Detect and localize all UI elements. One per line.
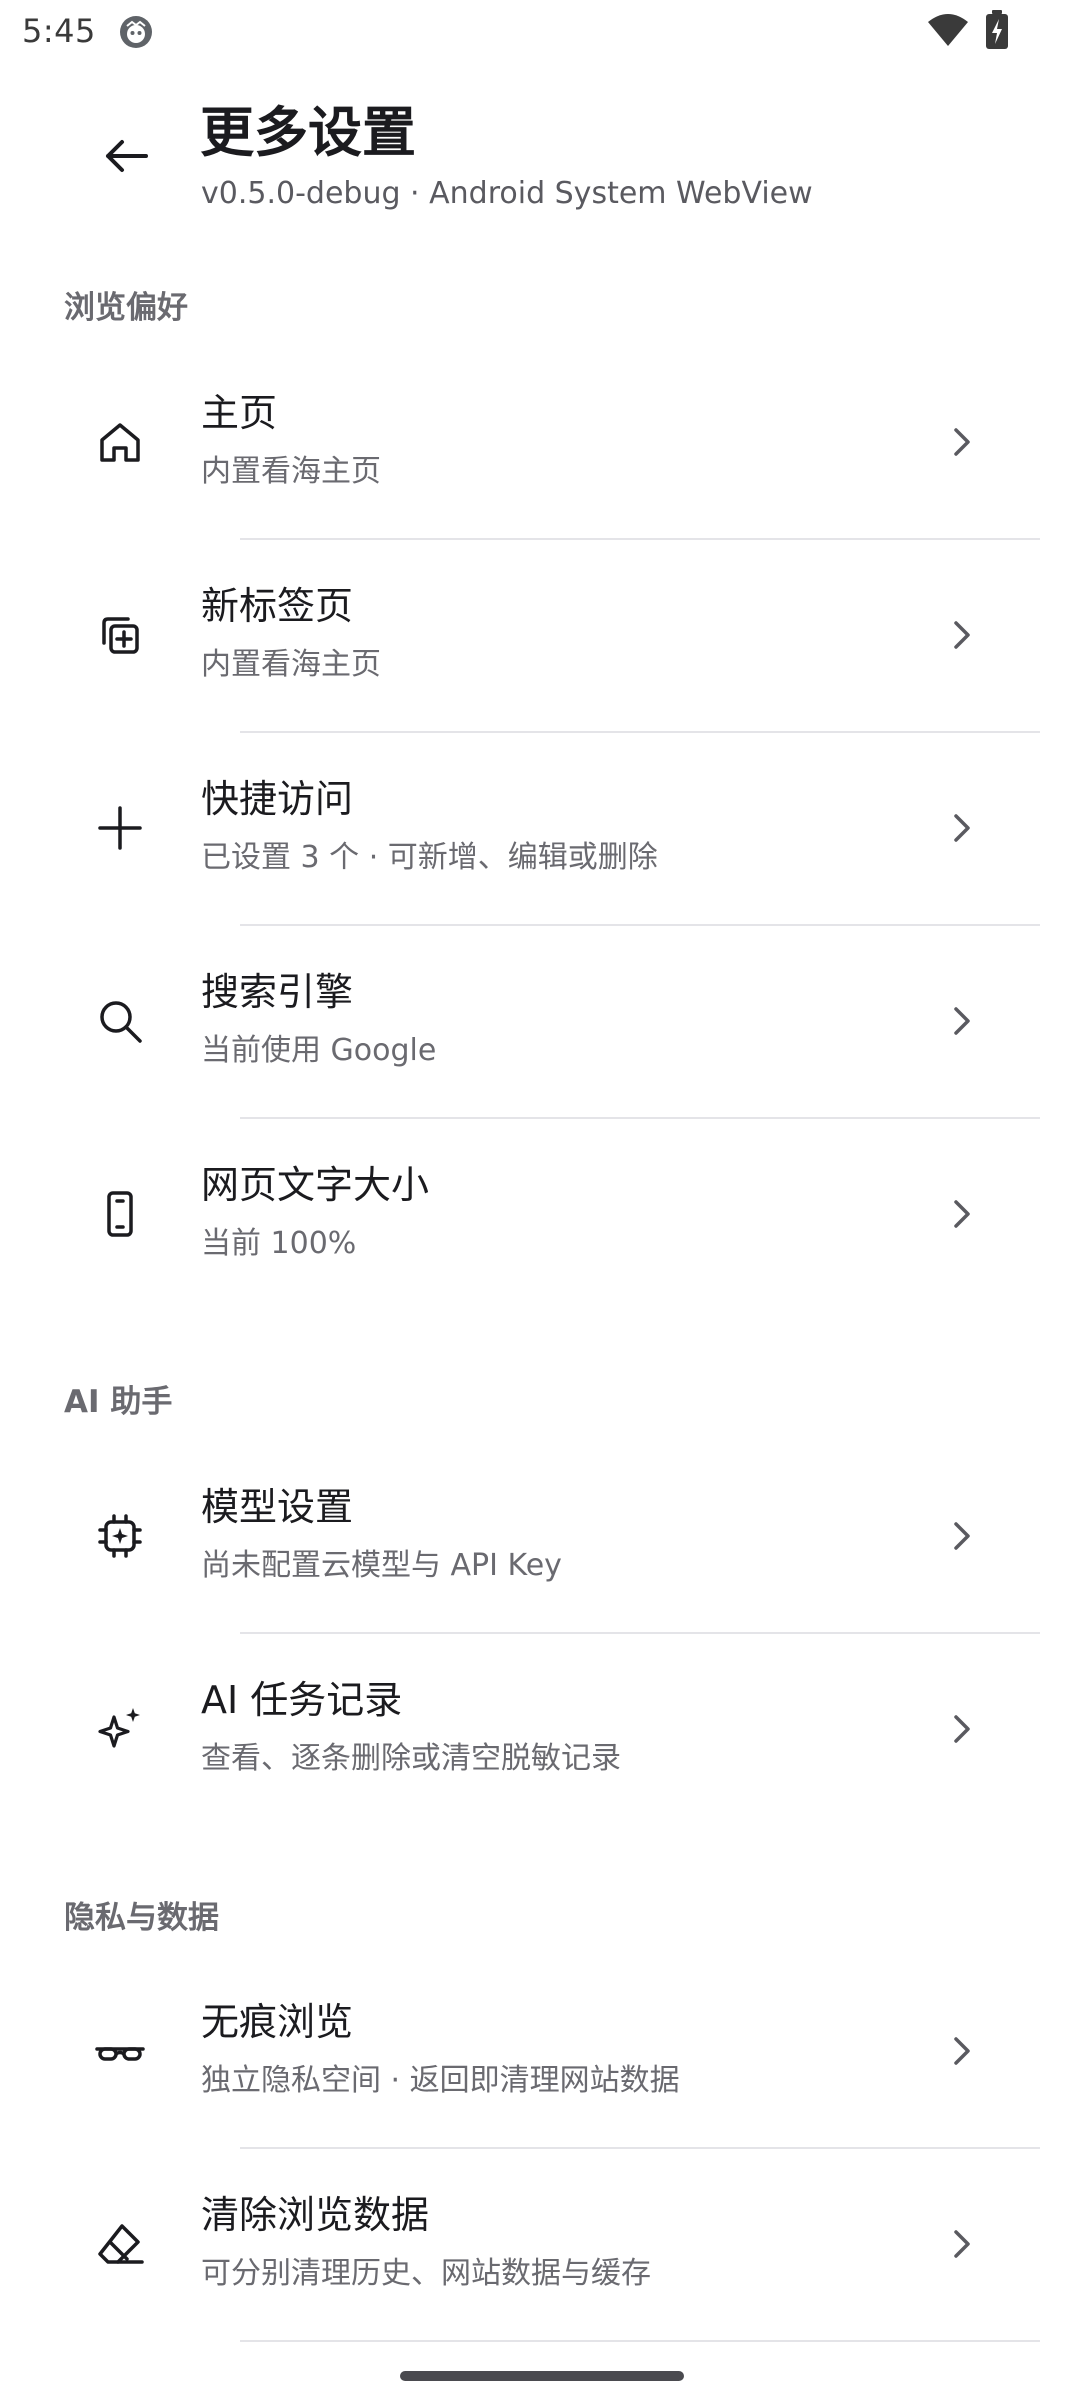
item-subtitle: 查看、逐条删除或清空脱敏记录 (201, 1741, 621, 1776)
home-indicator[interactable] (400, 2371, 684, 2381)
item-title: 搜索引擎 (201, 970, 354, 1014)
item-subtitle: 独立隐私空间 · 返回即清理网站数据 (201, 2063, 680, 2098)
status-time: 5:45 (22, 12, 96, 50)
chevron-right-icon (944, 617, 980, 653)
chevron-right-icon (944, 1711, 980, 1747)
settings-item-model[interactable]: 模型设置 尚未配置云模型与 API Key (0, 1440, 1080, 1632)
chevron-right-icon (944, 2033, 980, 2069)
chevron-right-icon (944, 1196, 980, 1232)
item-subtitle: 内置看海主页 (201, 647, 381, 682)
search-icon (90, 991, 150, 1051)
notification-face-icon (118, 14, 154, 50)
item-title: 主页 (201, 391, 278, 435)
item-subtitle: 当前使用 Google (201, 1033, 437, 1068)
chevron-right-icon (944, 810, 980, 846)
sparkle-icon (90, 1699, 150, 1759)
chip-icon (90, 1506, 150, 1566)
phone-icon (90, 1184, 150, 1244)
item-title: 快捷访问 (201, 777, 354, 821)
chevron-right-icon (944, 424, 980, 460)
item-title: 无痕浏览 (201, 2000, 354, 2044)
settings-item-clear-data[interactable]: 清除浏览数据 可分别清理历史、网站数据与缓存 (0, 2148, 1080, 2340)
item-title: 新标签页 (201, 584, 354, 628)
item-title: 网页文字大小 (201, 1163, 430, 1207)
settings-item-ai-task-log[interactable]: AI 任务记录 查看、逐条删除或清空脱敏记录 (0, 1633, 1080, 1825)
item-subtitle: 可分别清理历史、网站数据与缓存 (201, 2256, 651, 2291)
settings-item-text-size[interactable]: 网页文字大小 当前 100% (0, 1118, 1080, 1310)
status-bar: 5:45 (0, 0, 1080, 66)
page-subtitle: v0.5.0-debug · Android System WebView (201, 176, 813, 211)
item-title: 清除浏览数据 (201, 2193, 430, 2237)
chevron-right-icon (944, 2226, 980, 2262)
item-subtitle: 尚未配置云模型与 API Key (201, 1548, 562, 1583)
incognito-glasses-icon (90, 2021, 150, 2081)
settings-item-new-tab[interactable]: 新标签页 内置看海主页 (0, 539, 1080, 731)
item-subtitle: 内置看海主页 (201, 454, 381, 489)
settings-item-homepage[interactable]: 主页 内置看海主页 (0, 346, 1080, 538)
section-header-ai: AI 助手 (64, 1384, 173, 1420)
battery-charging-icon (985, 10, 1009, 50)
chevron-right-icon (944, 1518, 980, 1554)
plus-icon (90, 798, 150, 858)
wifi-icon (927, 12, 969, 48)
section-header-browsing: 浏览偏好 (64, 290, 188, 326)
divider (240, 2340, 1040, 2342)
chevron-right-icon (944, 1003, 980, 1039)
back-button[interactable] (86, 116, 166, 196)
item-title: 模型设置 (201, 1485, 354, 1529)
item-subtitle: 已设置 3 个 · 可新增、编辑或删除 (201, 840, 658, 875)
settings-item-incognito[interactable]: 无痕浏览 独立隐私空间 · 返回即清理网站数据 (0, 1955, 1080, 2147)
settings-item-quick-access[interactable]: 快捷访问 已设置 3 个 · 可新增、编辑或删除 (0, 732, 1080, 924)
settings-item-search-engine[interactable]: 搜索引擎 当前使用 Google (0, 925, 1080, 1117)
eraser-icon (90, 2214, 150, 2274)
item-subtitle: 当前 100% (201, 1226, 357, 1261)
new-tab-icon (90, 605, 150, 665)
section-header-privacy: 隐私与数据 (64, 1900, 219, 1936)
arrow-back-icon (106, 140, 148, 172)
page-title: 更多设置 (200, 101, 416, 164)
item-title: AI 任务记录 (201, 1678, 403, 1722)
home-icon (90, 412, 150, 472)
